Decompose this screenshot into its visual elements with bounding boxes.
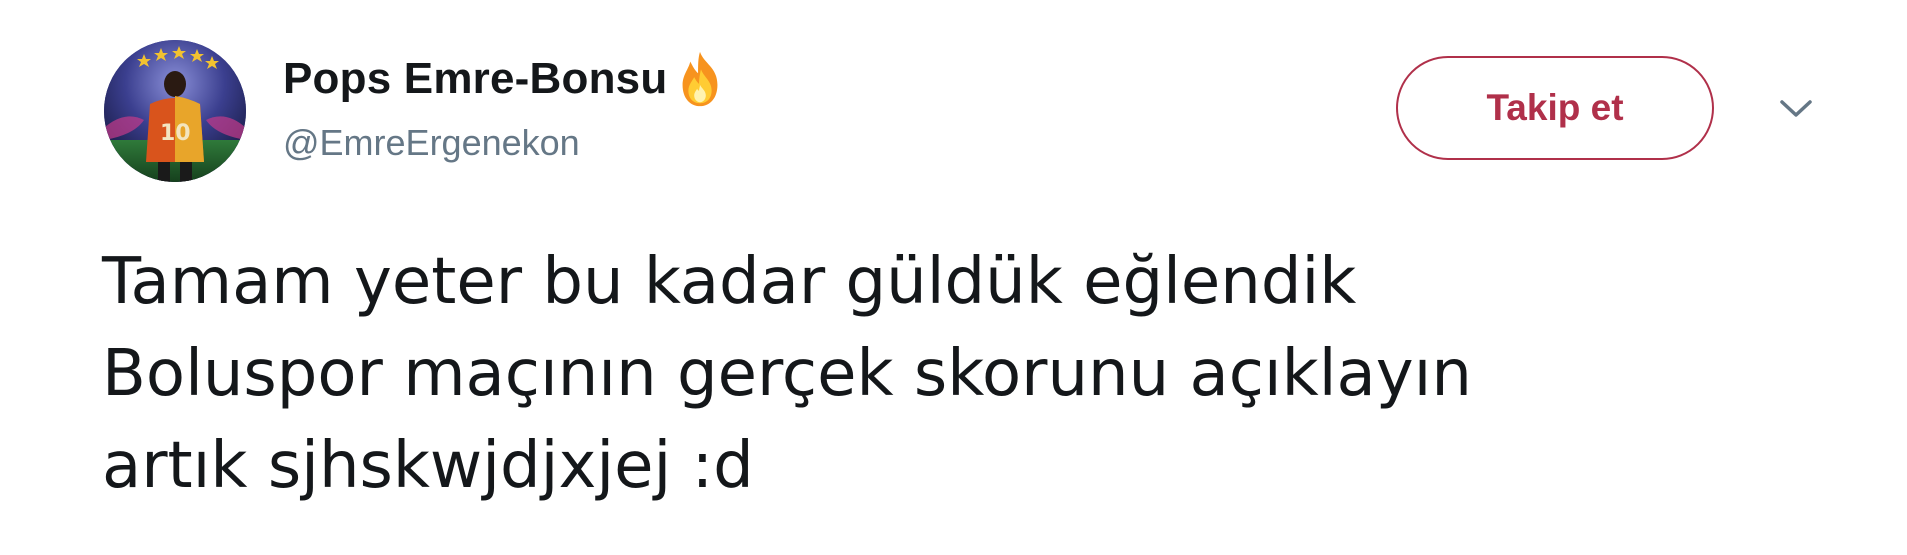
tweet-card: 10 Pops Emre-Bonsu @EmreErgenekon Takip … xyxy=(0,0,1907,555)
avatar[interactable]: 10 xyxy=(104,40,246,182)
chevron-down-icon[interactable] xyxy=(1776,94,1816,122)
tweet-text: Tamam yeter bu kadar güldük eğlendik Bol… xyxy=(102,236,1802,512)
tweet-text-line: Tamam yeter bu kadar güldük eğlendik xyxy=(102,245,1357,319)
author-handle[interactable]: @EmreErgenekon xyxy=(283,122,580,164)
svg-text:10: 10 xyxy=(160,121,191,146)
author-name-row[interactable]: Pops Emre-Bonsu xyxy=(283,50,731,108)
tweet-text-line: artık sjhskwjdjxjej :d xyxy=(102,429,754,503)
avatar-image: 10 xyxy=(104,40,246,182)
follow-button[interactable]: Takip et xyxy=(1396,56,1714,160)
display-name[interactable]: Pops Emre-Bonsu xyxy=(283,54,667,104)
fire-icon xyxy=(669,48,731,110)
tweet-text-line: Boluspor maçının gerçek skorunu açıklayı… xyxy=(102,337,1472,411)
